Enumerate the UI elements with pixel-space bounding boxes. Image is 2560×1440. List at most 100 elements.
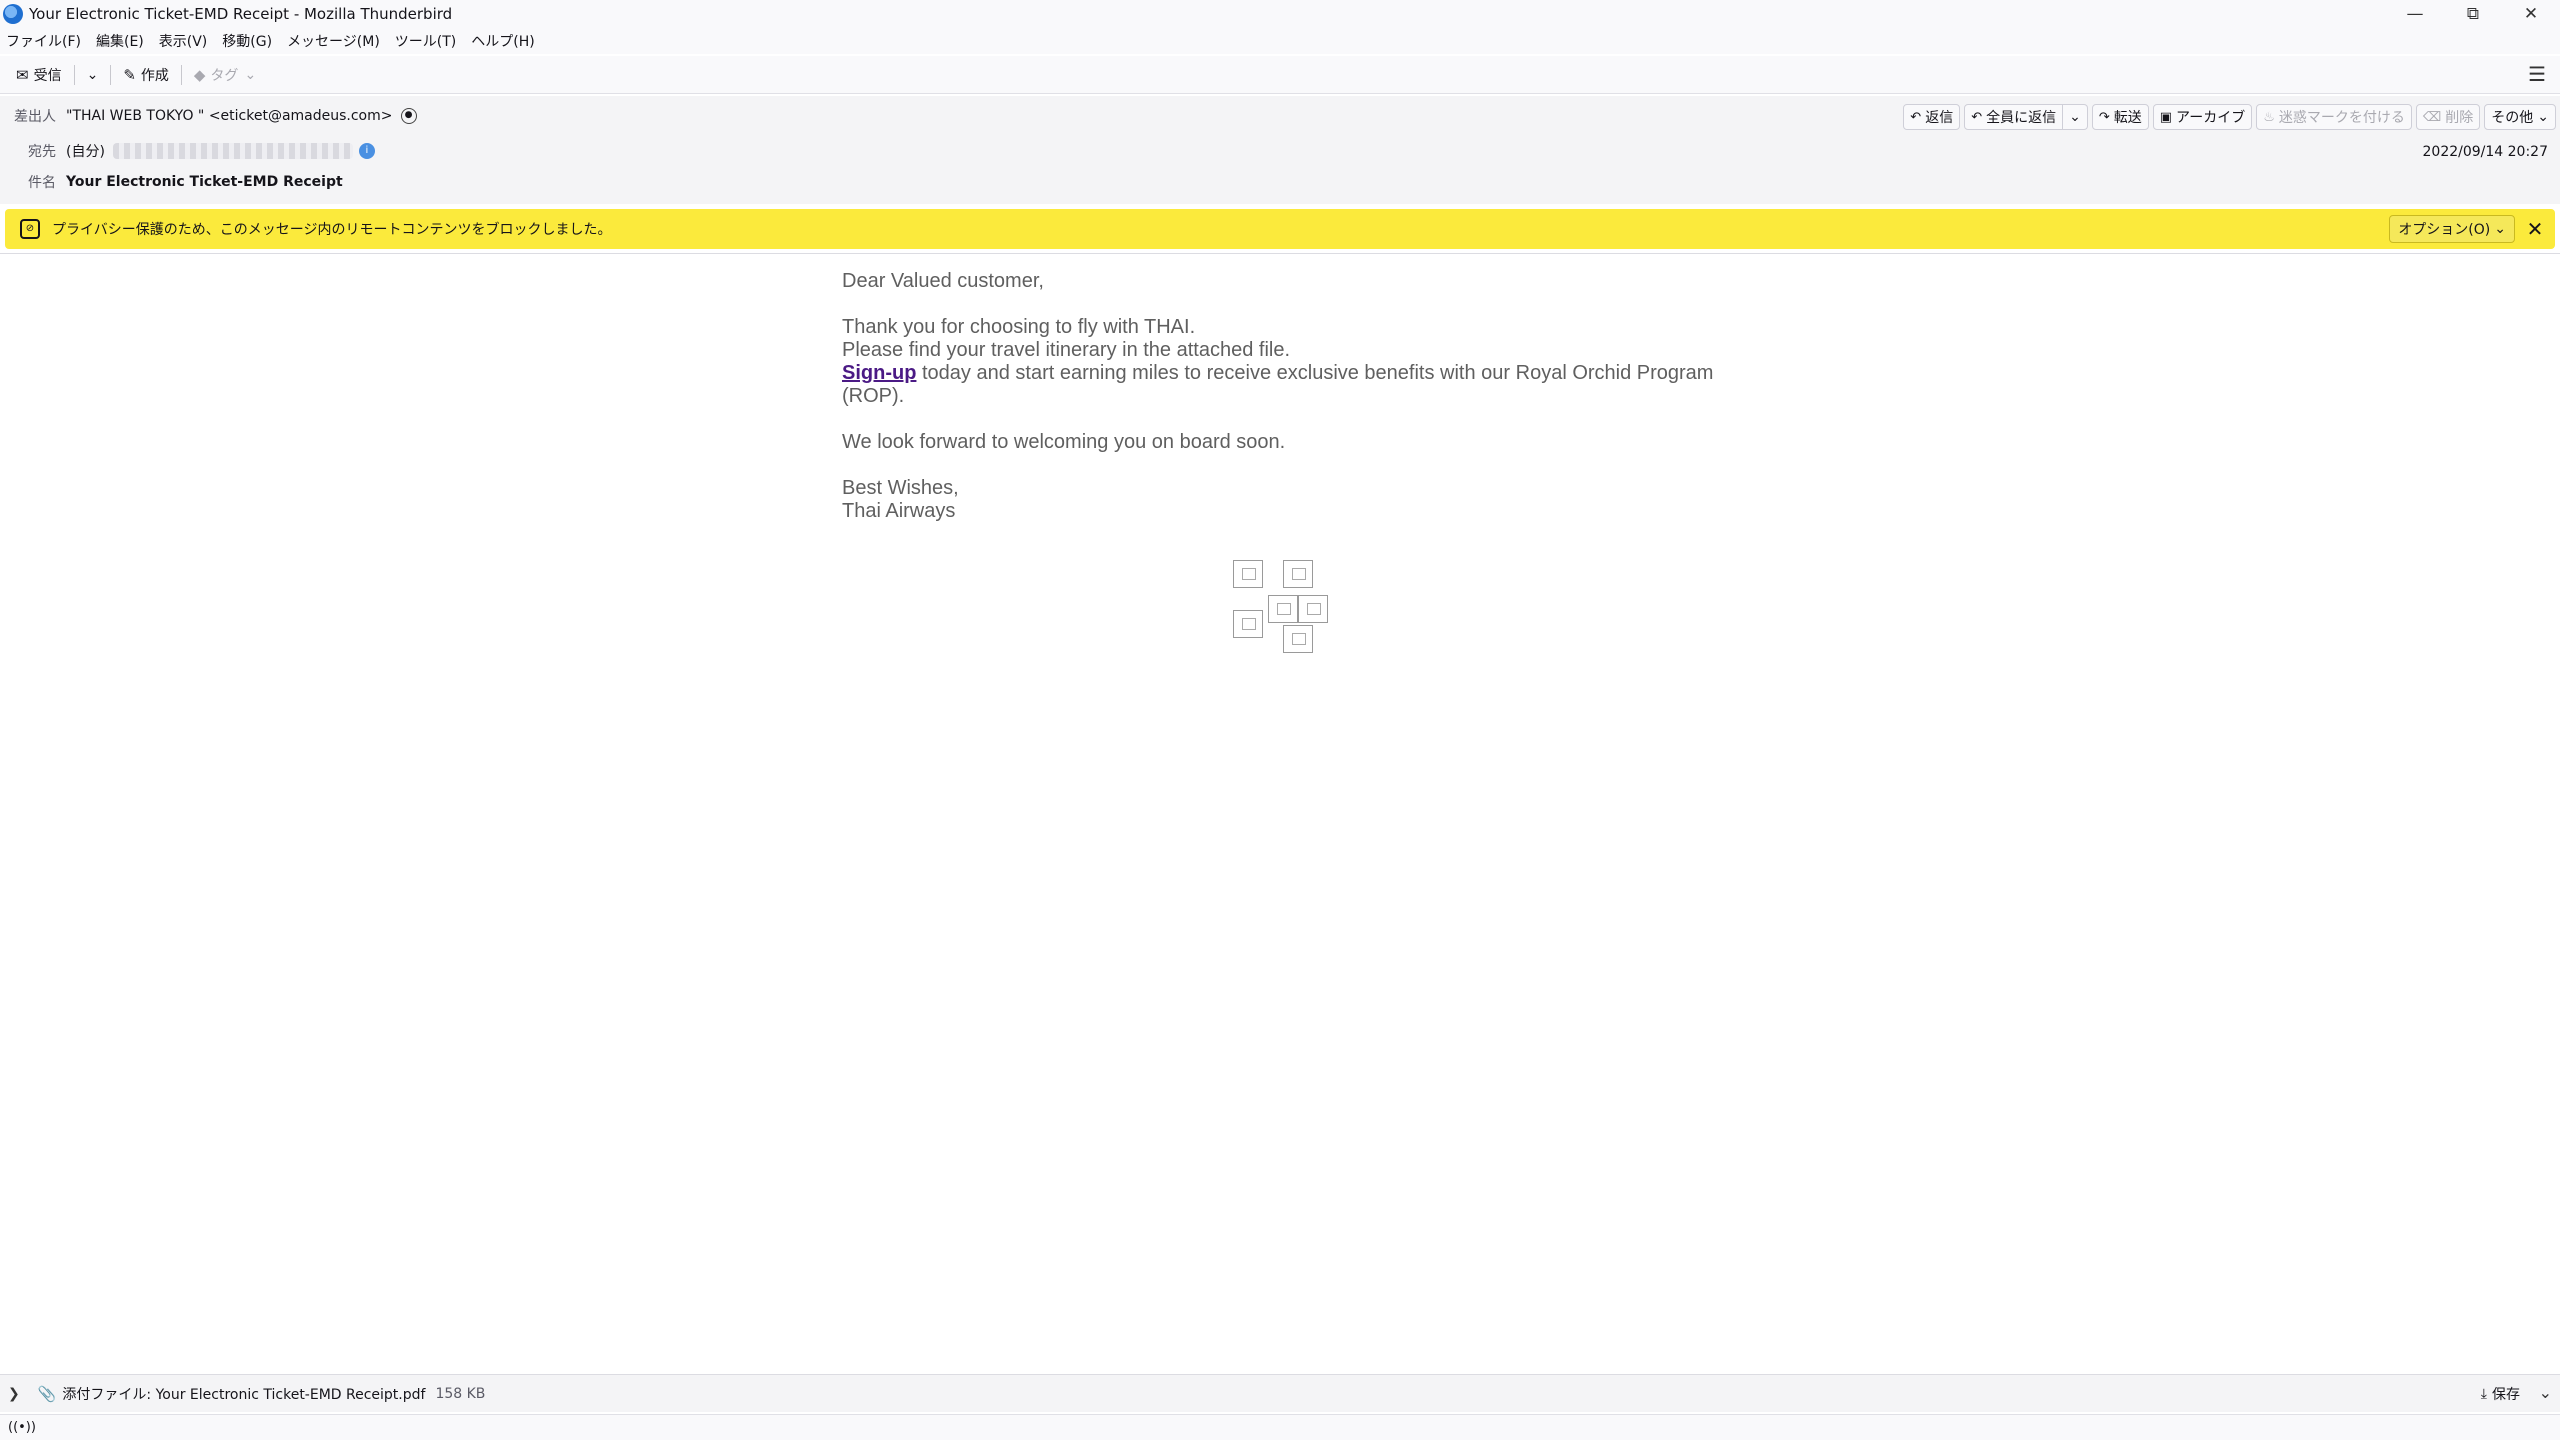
closing-2: Thai Airways xyxy=(842,500,956,522)
menu-bar: ファイル(F) 編集(E) 表示(V) 移動(G) メッセージ(M) ツール(T… xyxy=(0,28,2560,54)
window-title: Your Electronic Ticket-EMD Receipt - Moz… xyxy=(29,5,453,23)
notice-options-label: オプション(O) xyxy=(2398,222,2491,238)
archive-label: アーカイブ xyxy=(2176,110,2246,126)
forward-button[interactable]: ↷ 転送 xyxy=(2091,104,2149,130)
reply-button[interactable]: ↶ 返信 xyxy=(1903,104,1961,130)
toolbar-separator xyxy=(180,64,182,85)
tag-icon: ◆ xyxy=(193,65,206,84)
app-menu-icon[interactable]: ☰ xyxy=(2528,62,2546,86)
delete-label: 削除 xyxy=(2445,110,2474,126)
download-icon: ⤓ xyxy=(2480,1386,2487,1402)
chevron-down-icon: ⌄ xyxy=(2069,109,2081,125)
blocked-image-icon xyxy=(1298,595,1328,623)
more-button[interactable]: その他 ⌄ xyxy=(2484,104,2556,130)
from-row: 差出人 "THAI WEB TOKYO " <eticket@amadeus.c… xyxy=(0,106,417,126)
save-attachment-button[interactable]: ⤓ 保存 xyxy=(2481,1384,2520,1404)
get-mail-label: 受信 xyxy=(33,67,62,84)
header-divider xyxy=(0,253,2560,254)
notice-text: プライバシー保護のため、このメッセージ内のリモートコンテンツをブロックしました。 xyxy=(52,222,612,238)
chevron-down-icon: ⌄ xyxy=(2537,109,2549,125)
blocked-image-icon xyxy=(1283,625,1313,653)
redacted-address xyxy=(112,143,353,159)
forward-label: 転送 xyxy=(2113,110,2142,126)
menu-tools[interactable]: ツール(T) xyxy=(395,31,456,51)
blocked-image-icon xyxy=(1233,560,1263,588)
chevron-down-icon[interactable]: ⌄ xyxy=(2539,1383,2552,1402)
header-actions: ↶ 返信 ↶ 全員に返信 ⌄ ↷ 転送 ▣ アーカイブ ♨ 迷惑マークを付ける … xyxy=(1899,104,2556,130)
attachment-size: 158 KB xyxy=(435,1385,486,1402)
attachment-bar: ❯ 📎 添付ファイル: Your Electronic Ticket-EMD R… xyxy=(0,1374,2560,1412)
from-label: 差出人 xyxy=(14,109,56,125)
menu-help[interactable]: ヘルプ(H) xyxy=(471,31,534,51)
blocked-image-icon xyxy=(1283,560,1313,588)
body-line-3-text: today and start earning miles to receive… xyxy=(916,362,1714,384)
junk-button[interactable]: ♨ 迷惑マークを付ける xyxy=(2256,104,2412,130)
from-address[interactable]: "THAI WEB TOKYO " <eticket@amadeus.com> xyxy=(66,108,393,124)
chevron-down-icon: ⌄ xyxy=(244,66,257,83)
chevron-right-icon[interactable]: ❯ xyxy=(8,1386,20,1402)
status-bar: ((•)) xyxy=(0,1414,2560,1440)
write-button[interactable]: ✎ 作成 xyxy=(117,60,175,90)
minimize-button[interactable]: — xyxy=(2386,0,2444,28)
menu-file[interactable]: ファイル(F) xyxy=(6,31,81,51)
reply-all-label: 全員に返信 xyxy=(1986,110,2057,126)
main-toolbar: ✉ 受信 ⌄ ✎ 作成 ◆ タグ ⌄ xyxy=(0,56,2560,94)
archive-icon: ▣ xyxy=(2159,109,2173,125)
notice-options-button[interactable]: オプション(O) ⌄ xyxy=(2389,215,2515,243)
title-bar: Your Electronic Ticket-EMD Receipt - Moz… xyxy=(0,0,2560,28)
blocked-content-icon: ⊘ xyxy=(20,219,40,239)
body-line-4: We look forward to welcoming you on boar… xyxy=(842,431,1286,453)
body-line-2: Please find your travel itinerary in the… xyxy=(842,339,1291,361)
body-line-3-end: (ROP). xyxy=(842,385,905,407)
more-label: その他 xyxy=(2491,110,2534,126)
reply-label: 返信 xyxy=(1925,110,1954,126)
message-body: Dear Valued customer, Thank you for choo… xyxy=(842,270,1742,523)
close-icon[interactable]: ✕ xyxy=(2523,215,2547,243)
tag-label: タグ xyxy=(210,67,239,84)
contact-icon[interactable]: ● xyxy=(400,108,417,124)
reply-icon: ↶ xyxy=(1910,109,1922,125)
thunderbird-icon xyxy=(3,4,23,24)
menu-view[interactable]: 表示(V) xyxy=(159,31,208,51)
to-row: 宛先 (自分) i xyxy=(0,141,375,161)
closing-1: Best Wishes, xyxy=(842,477,959,499)
message-date: 2022/09/14 20:27 xyxy=(2422,144,2549,160)
attachment-name[interactable]: 添付ファイル: Your Electronic Ticket-EMD Recei… xyxy=(62,1384,425,1404)
close-window-button[interactable]: ✕ xyxy=(2502,0,2560,28)
blocked-image-icon xyxy=(1268,595,1298,623)
write-label: 作成 xyxy=(140,67,169,84)
online-status-icon[interactable]: ((•)) xyxy=(8,1420,36,1435)
greeting: Dear Valued customer, xyxy=(842,270,1044,292)
address-book-icon[interactable]: i xyxy=(358,143,375,159)
reply-all-icon: ↶ xyxy=(1971,109,1983,125)
reply-all-button[interactable]: ↶ 全員に返信 xyxy=(1964,104,2064,130)
restore-button[interactable]: ⧉ xyxy=(2444,0,2502,28)
delete-button[interactable]: ⌫ 削除 xyxy=(2415,104,2481,130)
subject-label: 件名 xyxy=(28,175,56,191)
tag-button[interactable]: ◆ タグ ⌄ xyxy=(188,60,262,90)
paperclip-icon: 📎 xyxy=(37,1384,57,1403)
get-mail-button[interactable]: ✉ 受信 xyxy=(10,60,68,90)
toolbar-separator xyxy=(110,64,112,85)
reply-all-dropdown[interactable]: ⌄ xyxy=(2063,104,2088,130)
subject-row: 件名 Your Electronic Ticket-EMD Receipt xyxy=(0,172,343,192)
to-self[interactable]: (自分) xyxy=(66,141,105,161)
junk-label: 迷惑マークを付ける xyxy=(2278,110,2405,126)
menu-message[interactable]: メッセージ(M) xyxy=(287,31,380,51)
remote-content-notice: ⊘ プライバシー保護のため、このメッセージ内のリモートコンテンツをブロックしまし… xyxy=(5,209,2555,249)
pencil-icon: ✎ xyxy=(123,65,136,84)
archive-button[interactable]: ▣ アーカイブ xyxy=(2152,104,2253,130)
subject-value: Your Electronic Ticket-EMD Receipt xyxy=(66,174,343,190)
flame-icon: ♨ xyxy=(2263,109,2275,125)
body-line-1: Thank you for choosing to fly with THAI. xyxy=(842,316,1196,338)
envelope-icon: ✉ xyxy=(16,65,29,84)
trash-icon: ⌫ xyxy=(2422,109,2442,125)
save-label: 保存 xyxy=(2492,1387,2520,1403)
chevron-down-icon: ⌄ xyxy=(86,66,99,83)
menu-go[interactable]: 移動(G) xyxy=(222,31,272,51)
menu-edit[interactable]: 編集(E) xyxy=(96,31,144,51)
chevron-down-icon: ⌄ xyxy=(2494,221,2506,237)
get-mail-dropdown[interactable]: ⌄ xyxy=(81,60,105,90)
reply-all-split: ↶ 全員に返信 ⌄ xyxy=(1964,104,2088,130)
signup-link[interactable]: Sign-up xyxy=(842,362,916,384)
